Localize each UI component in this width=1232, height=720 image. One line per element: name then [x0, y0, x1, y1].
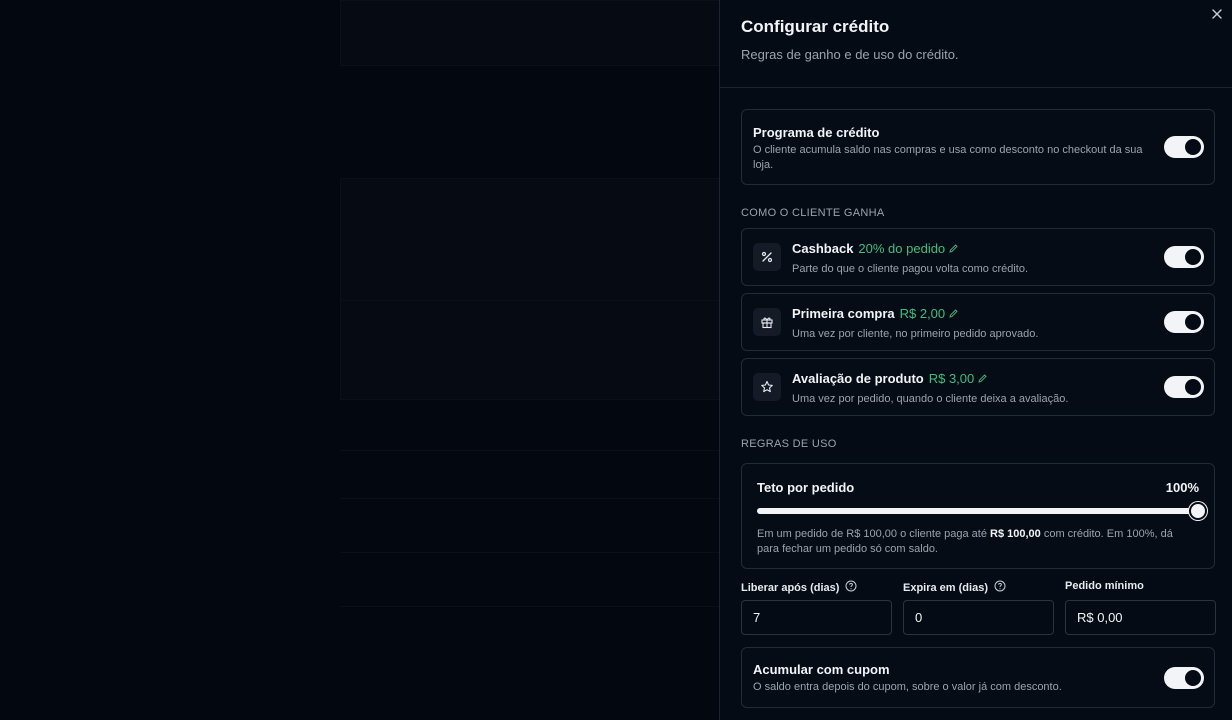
background-card	[340, 178, 720, 400]
help-icon[interactable]	[994, 580, 1006, 595]
earn-rule-text: Cashback 20% do pedido Parte do que o cli…	[792, 240, 1028, 277]
pencil-icon[interactable]	[948, 241, 959, 259]
earn-rule-title: Primeira compra	[792, 306, 895, 321]
earn-rule-first-purchase: Primeira compra R$ 2,00 Uma vez por clien…	[741, 293, 1215, 351]
cap-desc-amount: R$ 100,00	[990, 528, 1041, 540]
credit-program-card: Programa de crédito O cliente acumula sa…	[741, 109, 1215, 185]
min-order-label: Pedido mínimo	[1065, 580, 1144, 592]
earn-rule-product-review: Avaliação de produto R$ 3,00 Uma vez por …	[741, 358, 1215, 416]
drawer-subtitle: Regras de ganho e de uso do crédito.	[741, 47, 959, 62]
min-order-input[interactable]: R$ 0,00	[1065, 600, 1216, 635]
pencil-icon[interactable]	[977, 371, 988, 389]
credit-program-description: O cliente acumula saldo nas compras e us…	[753, 144, 1143, 171]
earn-rule-text: Avaliação de produto R$ 3,00 Uma vez por …	[792, 370, 1068, 407]
stack-coupon-description: O saldo entra depois do cupom, sobre o v…	[753, 681, 1062, 693]
background-divider	[340, 606, 720, 607]
expires-days-label: Expira em (dias)	[903, 580, 1006, 595]
credit-program-toggle[interactable]	[1164, 136, 1204, 158]
stack-coupon-card: Acumular com cupom O saldo entra depois …	[741, 647, 1215, 708]
stack-coupon-toggle[interactable]	[1164, 667, 1204, 689]
background-card	[340, 0, 720, 66]
expires-days-label-text: Expira em (dias)	[903, 581, 988, 594]
credit-config-drawer: Configurar crédito Regras de ganho e de …	[719, 0, 1232, 720]
background-app-overlay	[0, 0, 720, 720]
release-days-label-text: Liberar após (dias)	[741, 581, 840, 594]
cap-description: Em um pedido de R$ 100,00 o cliente paga…	[757, 527, 1197, 557]
cap-slider-thumb[interactable]	[1189, 502, 1207, 520]
min-order-label-text: Pedido mínimo	[1065, 580, 1144, 592]
cap-value: 100%	[1165, 480, 1199, 495]
stack-coupon-title: Acumular com cupom	[753, 662, 890, 677]
credit-program-title: Programa de crédito	[753, 125, 880, 140]
background-divider	[340, 300, 720, 301]
earn-rule-description: Parte do que o cliente pagou volta como …	[792, 263, 1029, 275]
cap-slider-fill	[757, 508, 1198, 514]
cashback-toggle[interactable]	[1164, 246, 1204, 268]
drawer-title: Configurar crédito	[741, 17, 890, 36]
first-purchase-toggle[interactable]	[1164, 311, 1204, 333]
earn-rule-description: Uma vez por cliente, no primeiro pedido …	[792, 328, 1039, 340]
background-divider	[340, 450, 720, 451]
earn-rule-text: Primeira compra R$ 2,00 Uma vez por clien…	[792, 305, 1038, 342]
earn-rule-description: Uma vez por pedido, quando o cliente dei…	[792, 393, 1069, 405]
pencil-icon[interactable]	[948, 306, 959, 324]
gift-icon	[753, 308, 781, 336]
percent-icon	[753, 243, 781, 271]
background-divider	[340, 498, 720, 499]
close-button[interactable]	[1209, 6, 1225, 22]
earn-rule-cashback: Cashback 20% do pedido Parte do que o cli…	[741, 228, 1215, 286]
star-icon	[753, 373, 781, 401]
usage-section-label: REGRAS DE USO	[741, 438, 837, 450]
background-divider	[340, 552, 720, 553]
product-review-toggle[interactable]	[1164, 376, 1204, 398]
close-icon	[1212, 9, 1222, 19]
earn-section-label: COMO O CLIENTE GANHA	[741, 207, 885, 219]
cap-desc-text: Em um pedido de R$ 100,00 o cliente paga…	[757, 528, 990, 540]
help-icon[interactable]	[845, 580, 857, 595]
cap-per-order-card: Teto por pedido 100% Em um pedido de R$ …	[741, 463, 1215, 569]
cap-title: Teto por pedido	[757, 480, 855, 495]
drawer-header: Configurar crédito Regras de ganho e de …	[720, 0, 1232, 88]
earn-rule-amount[interactable]: R$ 3,00	[929, 371, 975, 386]
earn-rule-title: Cashback	[792, 241, 854, 256]
release-days-label: Liberar após (dias)	[741, 580, 857, 595]
release-days-input[interactable]: 7	[741, 600, 892, 635]
earn-rule-amount[interactable]: R$ 2,00	[900, 306, 946, 321]
earn-rule-amount[interactable]: 20% do pedido	[858, 241, 945, 256]
expires-days-input[interactable]: 0	[903, 600, 1054, 635]
cap-slider-track[interactable]	[757, 502, 1207, 520]
earn-rule-title: Avaliação de produto	[792, 371, 924, 386]
